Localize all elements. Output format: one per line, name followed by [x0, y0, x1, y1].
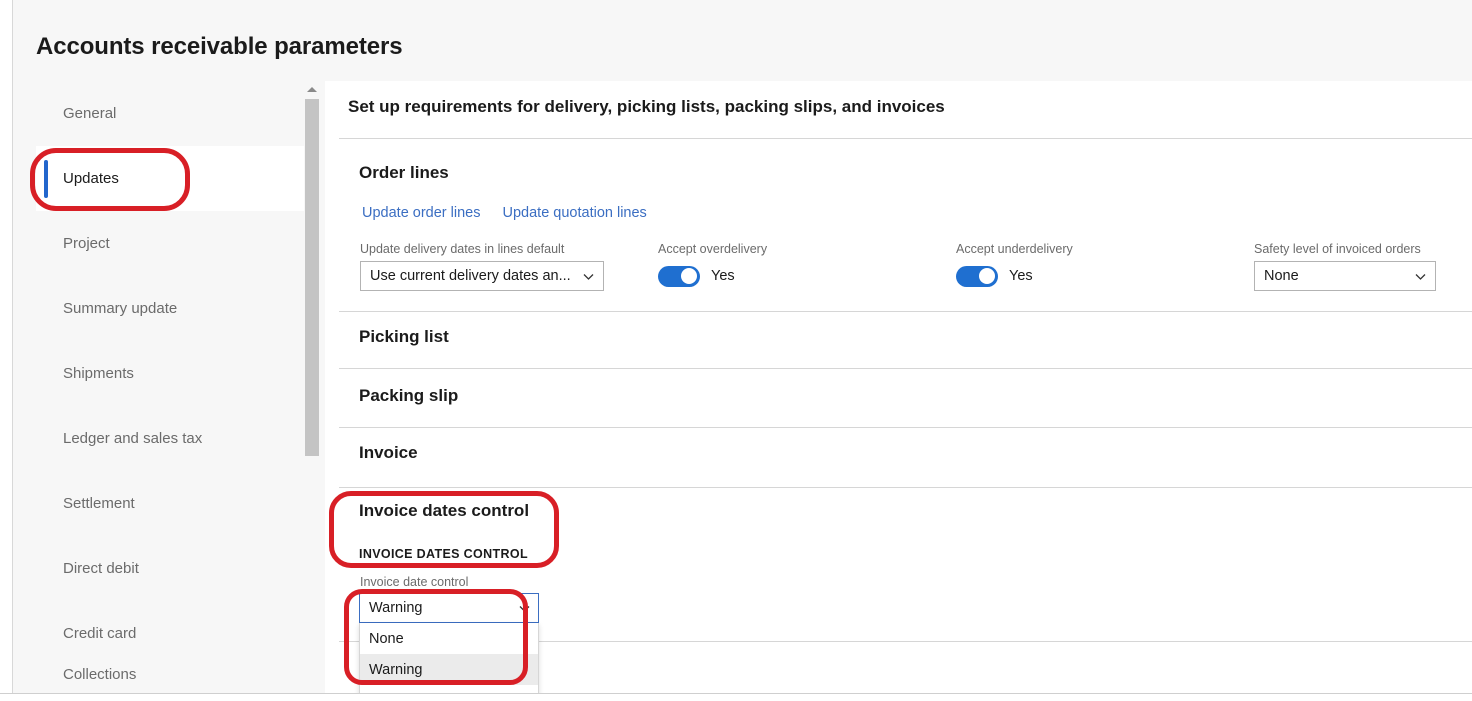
dropdown-option-label: Warning — [369, 662, 422, 678]
section-heading-invoice-dates-control[interactable]: Invoice dates control — [359, 501, 529, 521]
link-update-quotation-lines[interactable]: Update quotation lines — [503, 205, 647, 221]
select-value: Use current delivery dates an... — [370, 268, 576, 284]
nav-item-label: Collections — [63, 666, 136, 683]
field-label: Safety level of invoiced orders — [1254, 242, 1436, 256]
toggle-value: Yes — [711, 268, 735, 284]
field-accept-overdelivery: Accept overdelivery Yes — [658, 242, 767, 291]
safety-level-select[interactable]: None — [1254, 261, 1436, 291]
group-label-invoice-dates-control: INVOICE DATES CONTROL — [359, 547, 528, 561]
nav-scrollbar-thumb[interactable] — [305, 99, 319, 456]
content-panel: Set up requirements for delivery, pickin… — [325, 81, 1472, 693]
nav-item-summary-update[interactable]: Summary update — [36, 276, 317, 341]
chevron-down-icon — [1414, 270, 1427, 283]
section-heading-picking-list[interactable]: Picking list — [359, 327, 449, 347]
nav-item-project[interactable]: Project — [36, 211, 317, 276]
link-update-order-lines[interactable]: Update order lines — [362, 205, 481, 221]
page-title: Accounts receivable parameters — [36, 33, 403, 61]
window-bottom-border — [0, 693, 1472, 694]
nav-item-label: General — [63, 105, 116, 122]
section-heading-order-lines: Order lines — [359, 163, 449, 183]
dropdown-option-partial[interactable] — [360, 685, 538, 693]
accept-underdelivery-toggle[interactable] — [956, 266, 998, 287]
page-surface: Accounts receivable parameters General U… — [13, 0, 1472, 693]
nav-item-label: Settlement — [63, 495, 135, 512]
field-update-delivery-dates: Update delivery dates in lines default U… — [360, 242, 604, 291]
accept-overdelivery-row: Yes — [658, 261, 767, 291]
toggle-value: Yes — [1009, 268, 1033, 284]
nav-item-settlement[interactable]: Settlement — [36, 471, 317, 536]
divider — [339, 311, 1472, 312]
content-heading: Set up requirements for delivery, pickin… — [348, 97, 945, 117]
window-left-gutter — [0, 0, 12, 694]
order-lines-links: Update order lines Update quotation line… — [362, 205, 647, 221]
nav-item-label: Shipments — [63, 365, 134, 382]
nav-item-label: Summary update — [63, 300, 177, 317]
section-heading-invoice[interactable]: Invoice — [359, 443, 418, 463]
nav-item-label: Updates — [63, 170, 119, 187]
nav-item-direct-debit[interactable]: Direct debit — [36, 536, 317, 601]
dropdown-option-none[interactable]: None — [360, 623, 538, 654]
field-accept-underdelivery: Accept underdelivery Yes — [956, 242, 1073, 291]
accept-overdelivery-toggle[interactable] — [658, 266, 700, 287]
toggle-knob — [681, 268, 697, 284]
nav-item-label: Direct debit — [63, 560, 139, 577]
dropdown-option-label: None — [369, 631, 404, 647]
invoice-date-control-select[interactable]: Warning — [359, 593, 539, 623]
nav-item-credit-card[interactable]: Credit card — [36, 601, 317, 666]
invoice-date-control-dropdown[interactable]: None Warning — [359, 623, 539, 693]
nav-item-updates[interactable]: Updates — [36, 146, 317, 211]
select-value: Warning — [369, 600, 512, 616]
field-label: Accept overdelivery — [658, 242, 767, 256]
accept-underdelivery-row: Yes — [956, 261, 1073, 291]
field-label: Accept underdelivery — [956, 242, 1073, 256]
nav-scrollbar[interactable] — [304, 81, 320, 693]
chevron-down-icon — [518, 602, 531, 615]
nav-item-collections[interactable]: Collections — [36, 666, 317, 693]
divider — [339, 138, 1472, 139]
nav-item-general[interactable]: General — [36, 81, 317, 146]
toggle-knob — [979, 268, 995, 284]
select-value: None — [1264, 268, 1408, 284]
caret-up-icon[interactable] — [304, 81, 320, 97]
parameters-nav-list: General Updates Project Summary update S… — [36, 81, 317, 693]
nav-item-label: Project — [63, 235, 110, 252]
field-safety-level-of-invoiced-orders: Safety level of invoiced orders None — [1254, 242, 1436, 291]
field-invoice-date-control: Warning — [359, 593, 539, 623]
dropdown-option-warning[interactable]: Warning — [360, 654, 538, 685]
app-window: Accounts receivable parameters General U… — [0, 0, 1472, 701]
divider — [339, 487, 1472, 488]
divider — [339, 427, 1472, 428]
divider — [339, 368, 1472, 369]
update-delivery-dates-select[interactable]: Use current delivery dates an... — [360, 261, 604, 291]
nav-item-label: Ledger and sales tax — [63, 430, 202, 447]
nav-item-ledger-and-sales-tax[interactable]: Ledger and sales tax — [36, 406, 317, 471]
chevron-down-icon — [582, 270, 595, 283]
section-heading-packing-slip[interactable]: Packing slip — [359, 386, 458, 406]
field-label: Update delivery dates in lines default — [360, 242, 604, 256]
invoice-date-control-label: Invoice date control — [360, 575, 468, 589]
nav-item-label: Credit card — [63, 625, 136, 642]
nav-item-shipments[interactable]: Shipments — [36, 341, 317, 406]
